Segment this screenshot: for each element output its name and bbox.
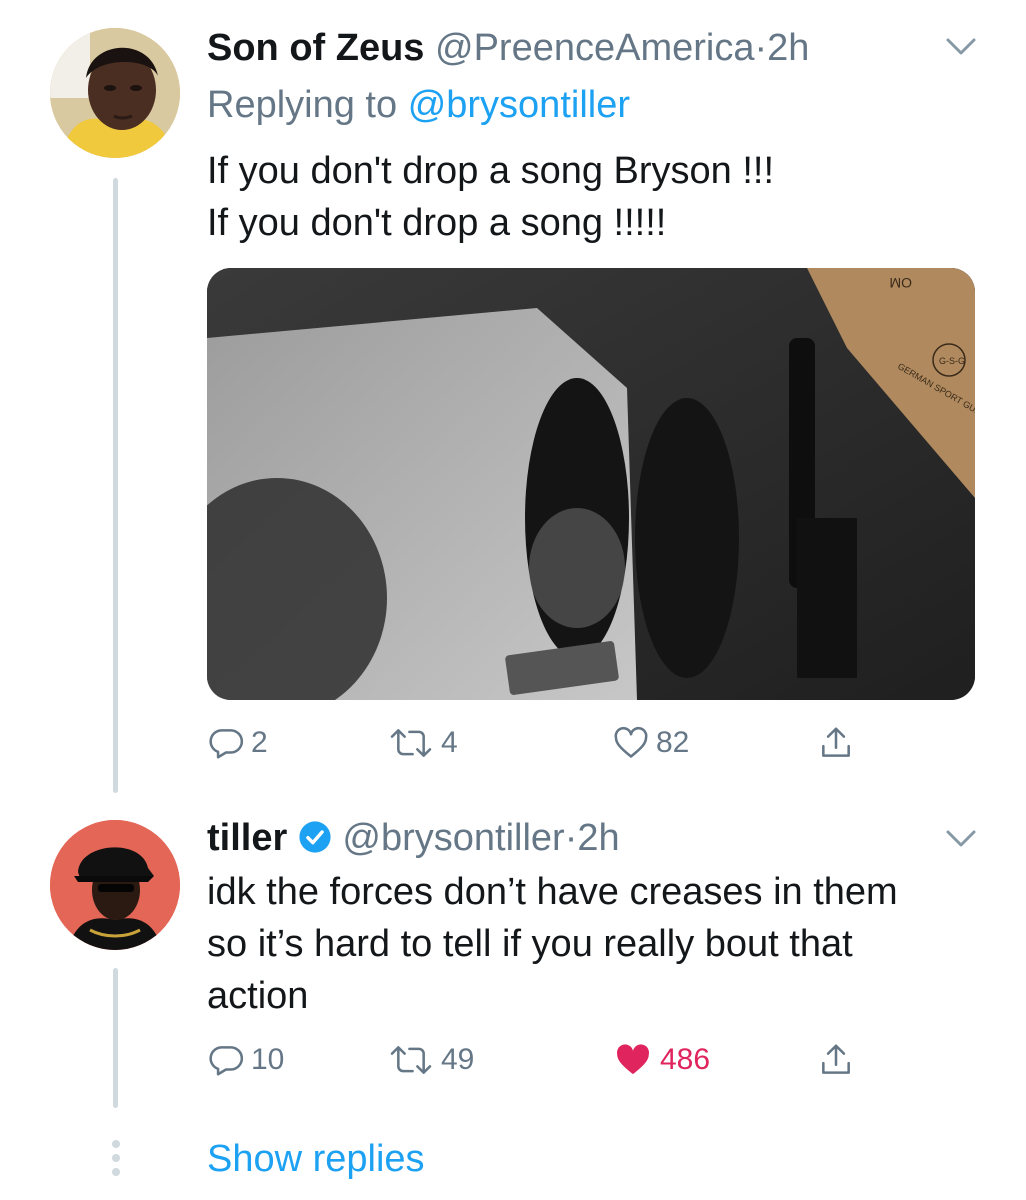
tweet-son-of-zeus[interactable]: Son of Zeus @PreenceAmerica·2h Replying … (0, 0, 1026, 800)
tweet-actions: 10 49 486 (207, 1035, 907, 1085)
share-icon (822, 1044, 850, 1074)
like-icon-filled (616, 1044, 650, 1075)
reply-icon (209, 1046, 244, 1076)
timestamp[interactable]: 2h (577, 817, 619, 859)
reply-button[interactable]: 10 (207, 1035, 284, 1085)
tweet-tiller[interactable]: tiller @brysontiller·2h idk the forces d… (0, 800, 1026, 1108)
avatar[interactable] (50, 820, 180, 950)
like-button[interactable]: 486 (612, 1035, 710, 1085)
separator-dot: · (564, 817, 578, 859)
like-icon (614, 726, 648, 758)
chevron-down-icon[interactable] (946, 38, 976, 61)
share-icon (822, 727, 850, 757)
tweet-header: Son of Zeus @PreenceAmerica·2h (207, 25, 809, 71)
share-button[interactable] (817, 718, 855, 768)
user-handle[interactable]: @brysontiller (342, 817, 564, 859)
retweet-count: 4 (441, 726, 458, 759)
thread-line (113, 178, 118, 793)
tweet-header: tiller @brysontiller·2h (207, 815, 620, 865)
avatar[interactable] (50, 28, 180, 158)
replying-prefix: Replying to (207, 84, 398, 126)
tweet-text: If you don't drop a song Bryson !!! If y… (207, 150, 775, 244)
replying-to-link[interactable]: @brysontiller (408, 84, 630, 126)
like-button[interactable]: 82 (612, 718, 689, 768)
retweet-button[interactable]: 49 (387, 1035, 474, 1085)
reply-icon (209, 729, 244, 759)
share-button[interactable] (817, 1035, 855, 1085)
verified-badge-icon (298, 819, 332, 865)
replying-to: Replying to @brysontiller (207, 82, 630, 128)
thread-line (113, 968, 118, 1108)
box-corner-text: OM (889, 275, 912, 291)
tweet-actions: 2 4 82 (207, 718, 907, 768)
user-handle[interactable]: @PreenceAmerica (435, 27, 754, 69)
retweet-icon (390, 1046, 432, 1074)
retweet-icon (390, 729, 432, 757)
chevron-down-icon[interactable] (946, 830, 976, 853)
display-name[interactable]: Son of Zeus (207, 27, 424, 69)
like-count: 82 (656, 726, 690, 759)
show-replies-link[interactable]: Show replies (207, 1136, 425, 1182)
reply-count: 2 (251, 726, 268, 759)
tweet-text: idk the forces don’t have creases in the… (207, 871, 898, 1017)
separator-dot: · (754, 27, 768, 69)
retweet-count: 49 (441, 1043, 475, 1076)
reply-button[interactable]: 2 (207, 718, 268, 768)
timestamp[interactable]: 2h (767, 27, 809, 69)
box-logo: G-S-G (939, 356, 965, 366)
like-count: 486 (660, 1043, 711, 1076)
tweet-photo[interactable]: OM G-S-G GERMAN SPORT GUN (207, 268, 975, 700)
reply-count: 10 (251, 1043, 285, 1076)
display-name[interactable]: tiller (207, 817, 287, 859)
more-dots-icon (112, 1140, 122, 1182)
retweet-button[interactable]: 4 (387, 718, 458, 768)
